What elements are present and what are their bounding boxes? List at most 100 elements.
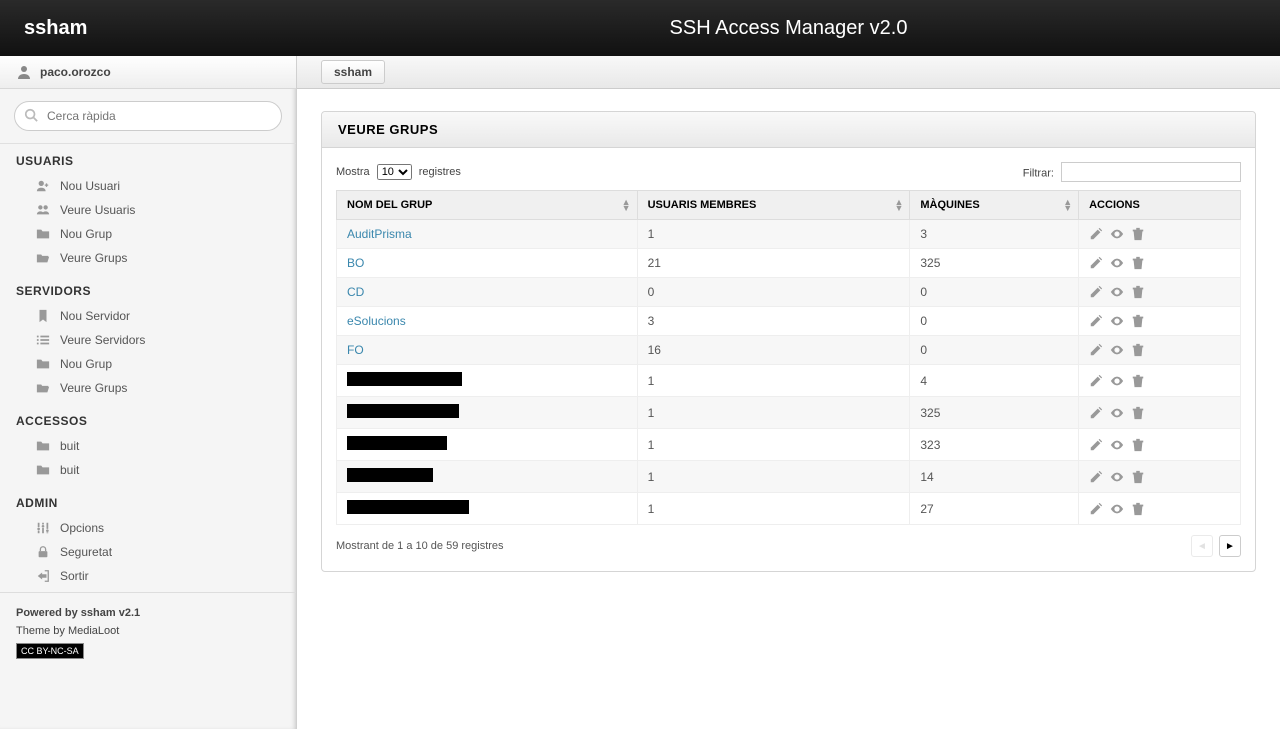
eye-icon[interactable] [1109, 470, 1125, 484]
edit-icon[interactable] [1089, 227, 1103, 241]
machines-cell: 0 [910, 278, 1079, 307]
theme-by: Theme by MediaLoot [16, 625, 280, 637]
edit-icon[interactable] [1089, 256, 1103, 270]
nav-section-title: USUARIS [16, 154, 280, 168]
pagination: ◄ ► [1191, 535, 1241, 557]
edit-icon[interactable] [1089, 438, 1103, 452]
folder-icon [34, 462, 52, 478]
column-header[interactable]: USUARIS MEMBRES▲▼ [637, 191, 910, 220]
machines-cell: 0 [910, 336, 1079, 365]
page-size-select[interactable]: 10 [377, 164, 412, 180]
nav-item-seguretat[interactable]: Seguretat [16, 540, 280, 564]
eye-icon[interactable] [1109, 343, 1125, 357]
sidebar-footer: Powered by ssham v2.1 Theme by MediaLoot… [0, 592, 296, 673]
trash-icon[interactable] [1131, 256, 1145, 270]
table-row: eSolucions30 [337, 307, 1241, 336]
users-icon [34, 202, 52, 218]
folder-open-icon [34, 250, 52, 266]
machines-cell: 0 [910, 307, 1079, 336]
folder-icon [34, 356, 52, 372]
nav-item-label: Nou Usuari [60, 179, 120, 193]
group-link[interactable]: CD [347, 285, 364, 299]
column-header[interactable]: NOM DEL GRUP▲▼ [337, 191, 638, 220]
machines-cell: 4 [910, 365, 1079, 397]
eye-icon[interactable] [1109, 374, 1125, 388]
nav-section-title: ADMIN [16, 496, 280, 510]
members-cell: 1 [637, 365, 910, 397]
group-link[interactable]: FO [347, 343, 364, 357]
eye-icon[interactable] [1109, 285, 1125, 299]
edit-icon[interactable] [1089, 502, 1103, 516]
edit-icon[interactable] [1089, 374, 1103, 388]
eye-icon[interactable] [1109, 502, 1125, 516]
group-link[interactable]: eSolucions [347, 314, 406, 328]
eye-icon[interactable] [1109, 314, 1125, 328]
nav-item-opcions[interactable]: Opcions [16, 516, 280, 540]
trash-icon[interactable] [1131, 438, 1145, 452]
search-input[interactable] [14, 101, 282, 131]
table-controls: Mostra 10 registres Filtrar: [336, 162, 1241, 182]
nav-section-title: ACCESSOS [16, 414, 280, 428]
nav-item-veure-servidors[interactable]: Veure Servidors [16, 328, 280, 352]
prev-page-button[interactable]: ◄ [1191, 535, 1213, 557]
powered-by: Powered by ssham v2.1 [16, 607, 280, 619]
filter-input[interactable] [1061, 162, 1241, 182]
edit-icon[interactable] [1089, 285, 1103, 299]
trash-icon[interactable] [1131, 343, 1145, 357]
nav-item-sortir[interactable]: Sortir [16, 564, 280, 588]
nav-item-label: Veure Grups [60, 251, 127, 265]
edit-icon[interactable] [1089, 314, 1103, 328]
trash-icon[interactable] [1131, 314, 1145, 328]
table-info: Mostrant de 1 a 10 de 59 registres [336, 540, 504, 552]
user-icon [16, 64, 32, 80]
folder-icon [34, 438, 52, 454]
machines-cell: 27 [910, 493, 1079, 525]
nav-item-nou-usuari[interactable]: Nou Usuari [16, 174, 280, 198]
folder-open-icon [34, 380, 52, 396]
table-row: AuditPrisma13 [337, 220, 1241, 249]
search-icon [24, 108, 38, 122]
nav-item-label: buit [60, 463, 79, 477]
edit-icon[interactable] [1089, 343, 1103, 357]
user-bar[interactable]: paco.orozco [0, 56, 296, 89]
machines-cell: 14 [910, 461, 1079, 493]
trash-icon[interactable] [1131, 406, 1145, 420]
next-page-button[interactable]: ► [1219, 535, 1241, 557]
edit-icon[interactable] [1089, 470, 1103, 484]
edit-icon[interactable] [1089, 406, 1103, 420]
table-row: 1325 [337, 397, 1241, 429]
nav-item-nou-servidor[interactable]: Nou Servidor [16, 304, 280, 328]
nav-item-nou-grup[interactable]: Nou Grup [16, 222, 280, 246]
breadcrumb-bar: ssham [297, 56, 1280, 89]
nav-item-buit[interactable]: buit [16, 458, 280, 482]
nav-item-label: Veure Servidors [60, 333, 145, 347]
folder-icon [34, 226, 52, 242]
groups-table: NOM DEL GRUP▲▼USUARIS MEMBRES▲▼MÀQUINES▲… [336, 190, 1241, 525]
table-row: 127 [337, 493, 1241, 525]
sliders-icon [34, 520, 52, 536]
show-prefix: Mostra [336, 166, 370, 178]
nav-item-veure-usuaris[interactable]: Veure Usuaris [16, 198, 280, 222]
eye-icon[interactable] [1109, 406, 1125, 420]
trash-icon[interactable] [1131, 285, 1145, 299]
eye-icon[interactable] [1109, 227, 1125, 241]
column-header[interactable]: ACCIONS [1079, 191, 1241, 220]
eye-icon[interactable] [1109, 256, 1125, 270]
nav-item-veure-grups[interactable]: Veure Grups [16, 246, 280, 270]
nav-item-nou-grup[interactable]: Nou Grup [16, 352, 280, 376]
nav-item-label: Nou Grup [60, 357, 112, 371]
group-link[interactable]: AuditPrisma [347, 227, 412, 241]
nav-item-label: Veure Grups [60, 381, 127, 395]
group-link[interactable]: BO [347, 256, 364, 270]
nav-item-buit[interactable]: buit [16, 434, 280, 458]
eye-icon[interactable] [1109, 438, 1125, 452]
redacted-text [347, 372, 462, 386]
breadcrumb-item[interactable]: ssham [321, 60, 385, 84]
trash-icon[interactable] [1131, 227, 1145, 241]
trash-icon[interactable] [1131, 374, 1145, 388]
trash-icon[interactable] [1131, 470, 1145, 484]
nav-item-label: Veure Usuaris [60, 203, 135, 217]
nav-item-veure-grups[interactable]: Veure Grups [16, 376, 280, 400]
trash-icon[interactable] [1131, 502, 1145, 516]
column-header[interactable]: MÀQUINES▲▼ [910, 191, 1079, 220]
